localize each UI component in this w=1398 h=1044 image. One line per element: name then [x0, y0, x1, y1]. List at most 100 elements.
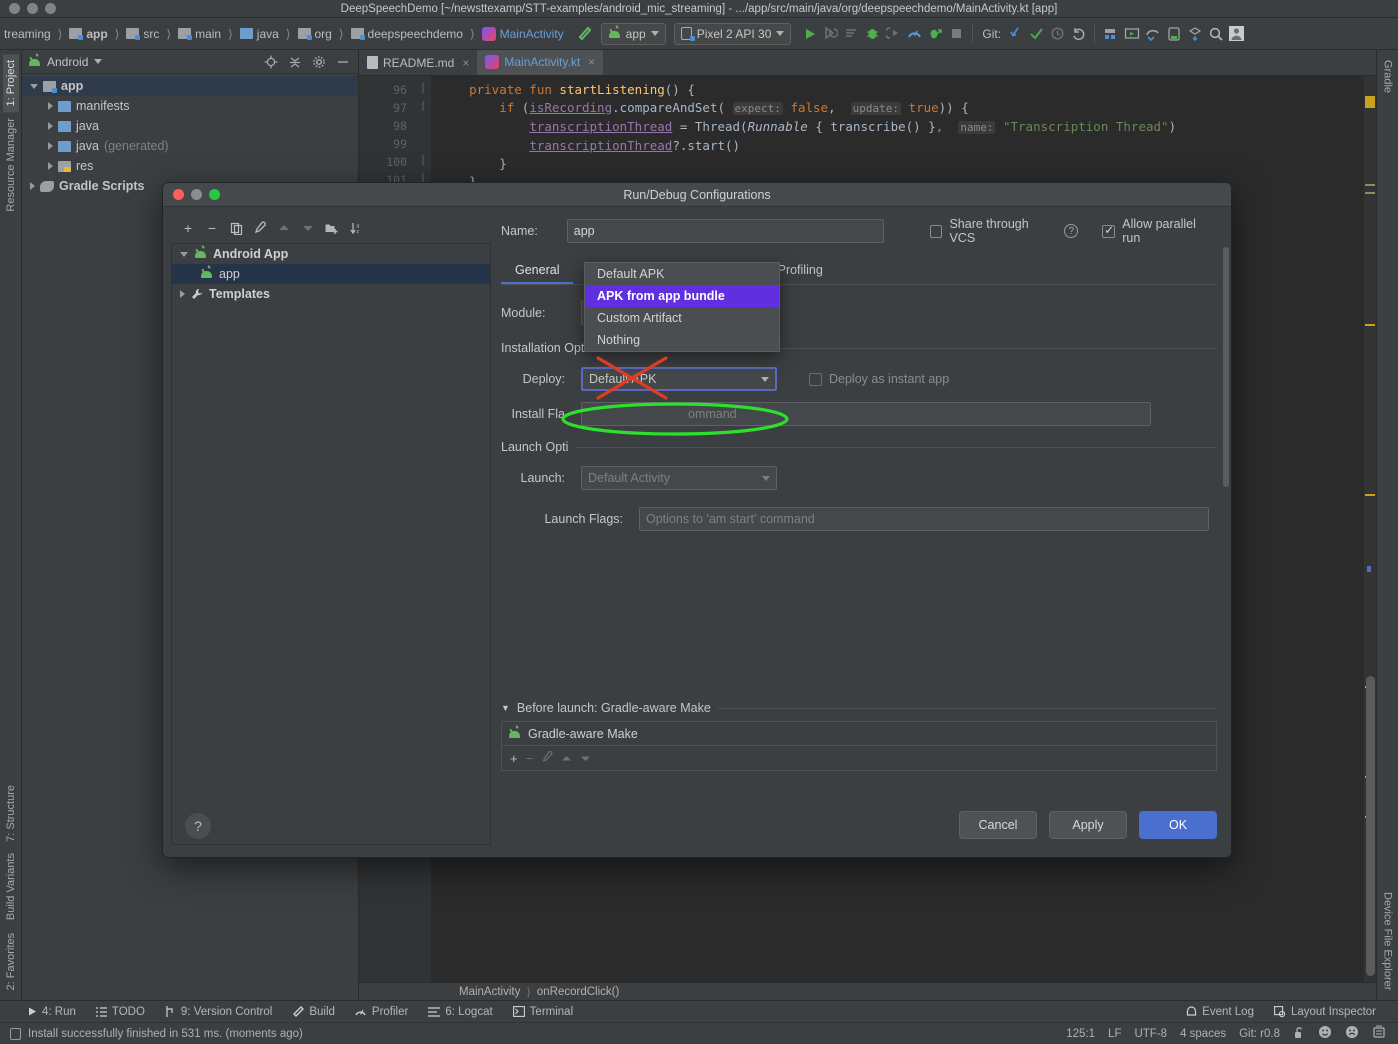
fold-marker-icon[interactable]: ⎱ — [415, 153, 431, 171]
commit-icon[interactable] — [1026, 23, 1047, 44]
sdk-manager-icon[interactable] — [1100, 23, 1121, 44]
warning-marker[interactable] — [1365, 96, 1375, 108]
attach-debugger-icon[interactable] — [883, 23, 904, 44]
chevron-right-icon[interactable] — [48, 102, 53, 110]
name-input[interactable]: app — [566, 219, 884, 243]
help-button[interactable]: ? — [185, 813, 211, 839]
add-icon[interactable]: + — [177, 218, 199, 238]
menu-item-custom-artifact[interactable]: Custom Artifact — [585, 307, 779, 329]
breadcrumb-mainactivity[interactable]: MainActivity — [480, 26, 566, 41]
configuration-tree[interactable]: Android App app Templates — [171, 243, 491, 845]
sync-gradle-icon[interactable] — [1142, 23, 1163, 44]
tool-button-todo[interactable]: TODO — [86, 1006, 155, 1018]
remove-icon[interactable]: − — [201, 218, 223, 238]
sidebar-item-device-file-explorer[interactable]: Device File Explorer — [1380, 886, 1396, 996]
apply-changes-icon[interactable] — [820, 23, 841, 44]
search-icon[interactable] — [1205, 23, 1226, 44]
dialog-scrollbar[interactable] — [1223, 247, 1229, 767]
window-traffic-lights[interactable] — [0, 3, 56, 14]
share-vcs-row[interactable]: Share through VCS ? — [929, 217, 1079, 245]
chevron-right-icon[interactable] — [180, 290, 185, 298]
tree-item-res[interactable]: res — [22, 156, 358, 176]
dialog-scrollbar-thumb[interactable] — [1223, 247, 1229, 487]
chevron-down-icon[interactable] — [30, 83, 38, 89]
deploy-instant-checkbox[interactable] — [809, 372, 822, 386]
fold-marker-icon[interactable]: ⎰ — [415, 99, 431, 117]
chevron-right-icon[interactable] — [48, 162, 53, 170]
hammer-icon[interactable] — [574, 23, 595, 44]
share-vcs-checkbox[interactable] — [929, 224, 943, 238]
cancel-button[interactable]: Cancel — [959, 811, 1037, 839]
tool-button-profiler[interactable]: Profiler — [345, 1006, 418, 1018]
status-message[interactable]: Install successfully finished in 531 ms.… — [28, 1028, 303, 1040]
tool-button-run[interactable]: 4: Run — [0, 1006, 86, 1018]
warning-marker[interactable] — [1365, 494, 1375, 496]
breadcrumb-method[interactable]: onRecordClick() — [537, 986, 619, 998]
launch-select[interactable]: Default Activity — [581, 466, 777, 490]
tree-item-java-generated[interactable]: java (generated) — [22, 136, 358, 156]
close-icon[interactable]: × — [585, 55, 595, 69]
stop-icon[interactable] — [946, 23, 967, 44]
move-down-icon[interactable] — [580, 751, 591, 766]
close-icon[interactable]: × — [459, 56, 469, 70]
device-selector[interactable]: Pixel 2 API 30 — [673, 22, 792, 45]
before-launch-item[interactable]: Gradle-aware Make — [502, 722, 1216, 746]
run-configuration-selector[interactable]: app — [600, 22, 666, 45]
sad-face-icon[interactable] — [1345, 1025, 1359, 1042]
move-down-icon[interactable] — [297, 218, 319, 238]
breadcrumb-class[interactable]: MainActivity — [459, 986, 520, 998]
breadcrumb-java[interactable]: java ⟩ — [238, 27, 296, 41]
apply-button[interactable]: Apply — [1049, 811, 1127, 839]
before-launch-list[interactable]: Gradle-aware Make + − — [501, 721, 1217, 771]
sidebar-item-resource-manager[interactable]: Resource Manager — [3, 112, 19, 218]
deploy-select[interactable]: Default APK — [581, 367, 777, 391]
collapse-all-icon[interactable] — [286, 53, 304, 71]
sidebar-item-build-variants[interactable]: Build Variants — [3, 847, 19, 926]
lock-icon[interactable] — [1293, 1026, 1305, 1042]
run-with-coverage-icon[interactable] — [925, 23, 946, 44]
locate-icon[interactable] — [262, 53, 280, 71]
menu-item-nothing[interactable]: Nothing — [585, 329, 779, 351]
device-manager-icon[interactable] — [1163, 23, 1184, 44]
move-up-icon[interactable] — [561, 751, 572, 766]
tree-item-java[interactable]: java — [22, 116, 358, 136]
install-flags-input[interactable]: ommand — [581, 402, 1151, 426]
editor-breadcrumb[interactable]: MainActivity ⟩ onRecordClick() — [359, 982, 1376, 1000]
deploy-instant-row[interactable]: Deploy as instant app — [809, 372, 949, 386]
chevron-down-icon[interactable]: ▼ — [501, 703, 510, 713]
rollback-icon[interactable] — [1068, 23, 1089, 44]
inspector-icon[interactable] — [1372, 1025, 1386, 1042]
close-window-button[interactable] — [9, 3, 20, 14]
fold-marker-icon[interactable]: ⎰ — [415, 81, 431, 99]
tool-button-version-control[interactable]: 9: Version Control — [155, 1006, 282, 1018]
encoding-indicator[interactable]: UTF-8 — [1134, 1028, 1167, 1040]
new-folder-icon[interactable] — [321, 218, 343, 238]
tool-button-build[interactable]: Build — [282, 1006, 345, 1018]
config-item-app[interactable]: app — [172, 264, 490, 284]
hide-icon[interactable] — [334, 53, 352, 71]
tool-button-layout-inspector[interactable]: Layout Inspector — [1264, 1006, 1398, 1018]
debug-icon[interactable] — [862, 23, 883, 44]
happy-face-icon[interactable] — [1318, 1025, 1332, 1042]
chevron-right-icon[interactable] — [30, 182, 35, 190]
remove-icon[interactable]: − — [526, 751, 534, 766]
git-branch-indicator[interactable]: Git: r0.8 — [1239, 1028, 1280, 1040]
edit-icon[interactable] — [541, 750, 553, 766]
move-up-icon[interactable] — [273, 218, 295, 238]
tree-item-app[interactable]: app — [22, 76, 358, 96]
allow-parallel-checkbox[interactable] — [1102, 223, 1116, 238]
tool-button-logcat[interactable]: 6: Logcat — [418, 1006, 502, 1018]
run-icon[interactable] — [799, 23, 820, 44]
tab-general[interactable]: General — [501, 259, 573, 284]
profiler-icon[interactable] — [904, 23, 925, 44]
avd-manager-icon[interactable] — [1121, 23, 1142, 44]
allow-parallel-row[interactable]: Allow parallel run — [1102, 217, 1217, 245]
breadcrumb-app[interactable]: app ⟩ — [67, 27, 124, 41]
breadcrumb-main[interactable]: main ⟩ — [176, 27, 238, 41]
edit-templates-icon[interactable] — [249, 218, 271, 238]
tab-mainactivity[interactable]: MainActivity.kt × — [477, 50, 604, 75]
config-group-templates[interactable]: Templates — [172, 284, 490, 304]
breadcrumb-src[interactable]: src ⟩ — [124, 27, 176, 41]
update-project-icon[interactable] — [1005, 23, 1026, 44]
menu-item-default-apk[interactable]: Default APK — [585, 263, 779, 285]
